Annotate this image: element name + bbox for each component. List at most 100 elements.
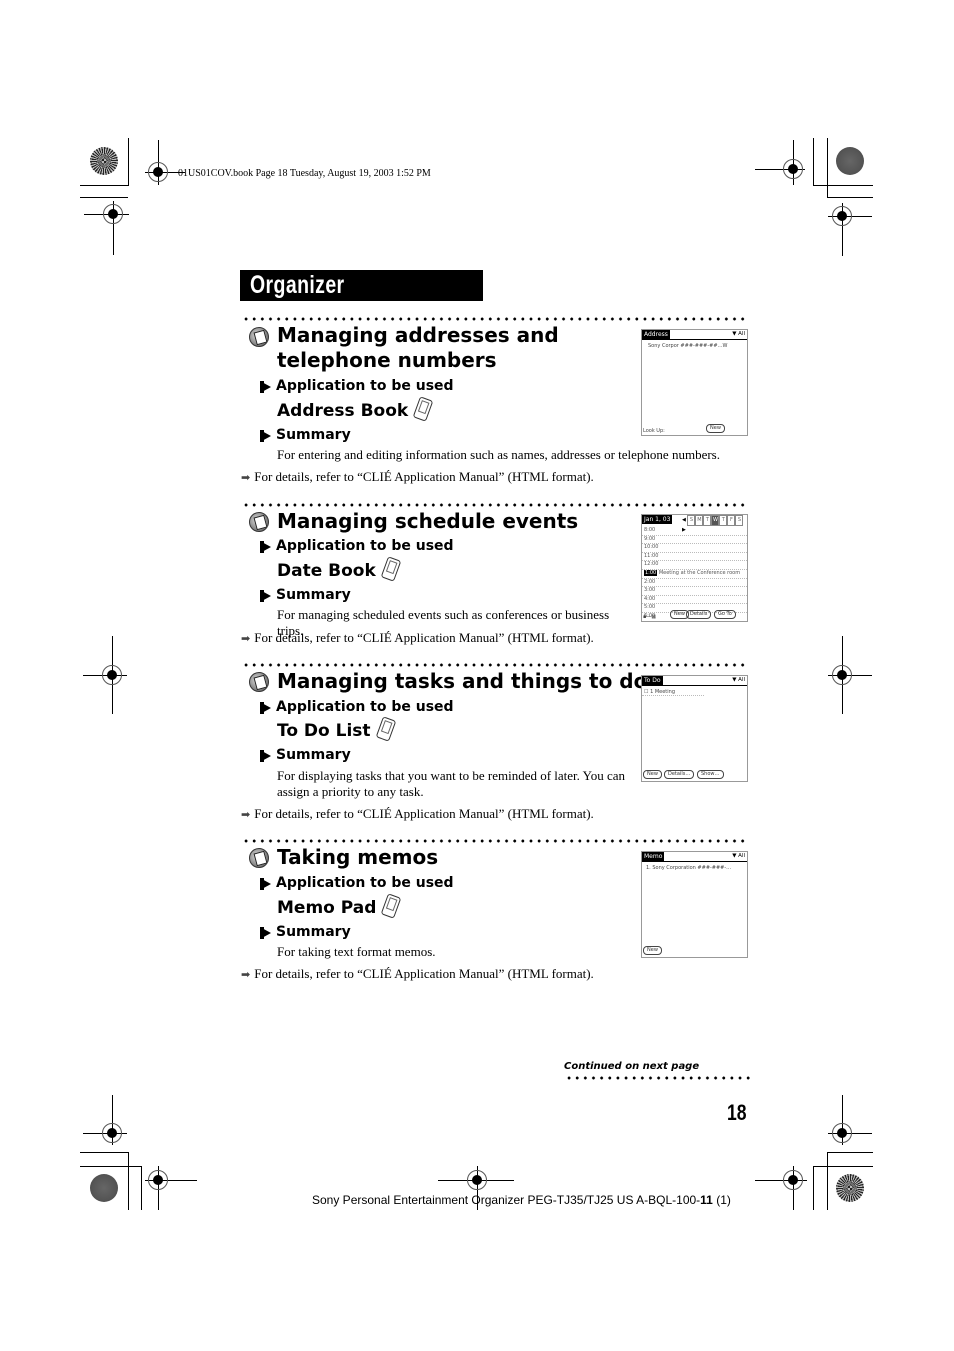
bullet-arrow-icon (260, 590, 271, 602)
arrow-right-icon: ➡ (241, 969, 251, 981)
summary-label: Summary (276, 924, 351, 940)
dotted-divider (242, 317, 748, 321)
registration-mark-icon (832, 206, 852, 226)
weekday-6: S (735, 515, 744, 526)
memo-pencil-icon (249, 848, 269, 868)
page-number: 18 (727, 1100, 747, 1125)
registration-mark-icon (148, 1170, 168, 1190)
category-dropdown: ▼ All (732, 331, 745, 337)
registration-mark-icon (783, 1170, 803, 1190)
details-reference: ➡ For details, refer to “CLIÉ Application… (241, 966, 594, 981)
application-label: Application to be used (276, 875, 454, 891)
pda-icon (375, 716, 396, 742)
weekday-3: W (711, 515, 720, 526)
details-reference: ➡ For details, refer to “CLIÉ Application… (241, 469, 594, 484)
time-slot: 9:00 (642, 536, 747, 545)
app-name: Address Book (277, 396, 434, 422)
time-label: 11:00 (644, 552, 659, 559)
time-label: 2:00 (644, 578, 656, 585)
details-button: Details (686, 610, 712, 619)
weekday-1: M (695, 515, 704, 526)
category-dropdown: ▼ All (732, 853, 745, 859)
new-button: New (706, 424, 725, 433)
application-label: Application to be used (276, 699, 454, 715)
bullet-arrow-icon (260, 541, 271, 553)
time-slot: 2:00 (642, 579, 747, 588)
app-name: Date Book (277, 556, 402, 582)
screen-tab: Memo (642, 852, 665, 861)
time-slot: 11:00 (642, 553, 747, 562)
time-label: 1:00 (644, 569, 658, 576)
time-slot: 8:00 (642, 527, 747, 536)
registration-star-icon (90, 1174, 118, 1202)
pda-icon (412, 396, 434, 422)
application-label: Application to be used (276, 538, 454, 554)
go-to-button: Go To (714, 610, 736, 619)
todo-screen: To Do ▼ All ☐ 1 Meeting New Details… Sho… (641, 675, 748, 782)
arrow-right-icon: ➡ (241, 633, 251, 645)
summary-text: For entering and editing information suc… (277, 447, 720, 462)
book-info: 01US01COV.book Page 18 Tuesday, August 1… (178, 168, 431, 179)
time-label: 9:00 (644, 535, 656, 542)
bullet-arrow-icon (260, 927, 271, 939)
dotted-divider (242, 503, 748, 507)
datebook-screen: Jan 1, 03 ◀ SMTWTFS ▶ 8:00 9:00 10:00 11:00… (641, 514, 748, 622)
footer-text: Sony Personal Entertainment Organizer PE… (312, 1193, 731, 1207)
show-button: Show… (697, 770, 724, 779)
screen-tab: To Do (642, 676, 663, 685)
time-slot: 4:00 (642, 596, 747, 605)
dotted-divider (242, 839, 748, 843)
registration-star-icon (90, 147, 118, 175)
summary-label: Summary (276, 587, 351, 603)
time-slot: 10:00 (642, 544, 747, 553)
checklist-icon (249, 672, 269, 692)
address-card-icon (249, 327, 269, 347)
details-button: Details… (664, 770, 695, 779)
dotted-divider (565, 1076, 751, 1080)
details-reference: ➡ For details, refer to “CLIÉ Application… (241, 806, 594, 821)
pda-icon (380, 556, 402, 582)
time-list: 8:00 9:00 10:00 11:00 12:00 1:00 Meeting at t… (642, 527, 747, 621)
time-label: 3:00 (644, 587, 656, 594)
continued-note: Continued on next page (564, 1061, 700, 1072)
weekday-2: T (703, 515, 712, 526)
section-title: Managing schedule events (277, 509, 579, 533)
section-title: Managing tasks and things to do (277, 669, 648, 693)
registration-star-icon (836, 1174, 864, 1202)
registration-mark-icon (467, 1170, 487, 1190)
page-title-bar: Organizer (240, 270, 483, 301)
new-button: New (643, 770, 662, 779)
memo-row: 1. Sony Corporation ###-###-… (646, 865, 732, 871)
bullet-arrow-icon (260, 878, 271, 890)
time-label: 5:00 (644, 604, 656, 611)
time-slot: 1:00 Meeting at the Conference room (642, 569, 747, 579)
section-title: Taking memos (277, 845, 439, 869)
registration-mark-icon (832, 665, 852, 685)
event-text: Meeting at the Conference room (657, 569, 741, 576)
arrow-right-icon: ➡ (241, 809, 251, 821)
weekday-0: S (687, 515, 696, 526)
pda-icon (381, 893, 402, 919)
app-name: To Do List (277, 716, 396, 742)
dotted-divider (242, 663, 748, 667)
new-button: New (643, 946, 662, 955)
summary-label: Summary (276, 747, 351, 763)
registration-mark-icon (832, 1123, 852, 1143)
address-screen: Address ▼ All Sony Corpor ###-###-##…W L… (641, 329, 748, 436)
time-label: 10:00 (644, 544, 659, 551)
summary-text: For displaying tasks that you want to be… (277, 768, 626, 799)
application-label: Application to be used (276, 378, 454, 394)
app-name: Memo Pad (277, 893, 402, 919)
details-reference: ➡ For details, refer to “CLIÉ Application… (241, 630, 594, 645)
time-slot: 12:00 (642, 561, 747, 570)
bullet-arrow-icon (260, 430, 271, 442)
bullet-arrow-icon (260, 702, 271, 714)
calendar-clock-icon (249, 512, 269, 532)
address-row: Sony Corpor ###-###-##…W (648, 343, 728, 349)
arrow-right-icon: ➡ (241, 472, 251, 484)
todo-row: ☐ 1 Meeting (642, 686, 704, 696)
registration-mark-icon (148, 162, 168, 182)
screen-tab: Jan 1, 03 (642, 515, 673, 524)
registration-mark-icon (783, 159, 803, 179)
time-label: 12:00 (644, 561, 659, 568)
